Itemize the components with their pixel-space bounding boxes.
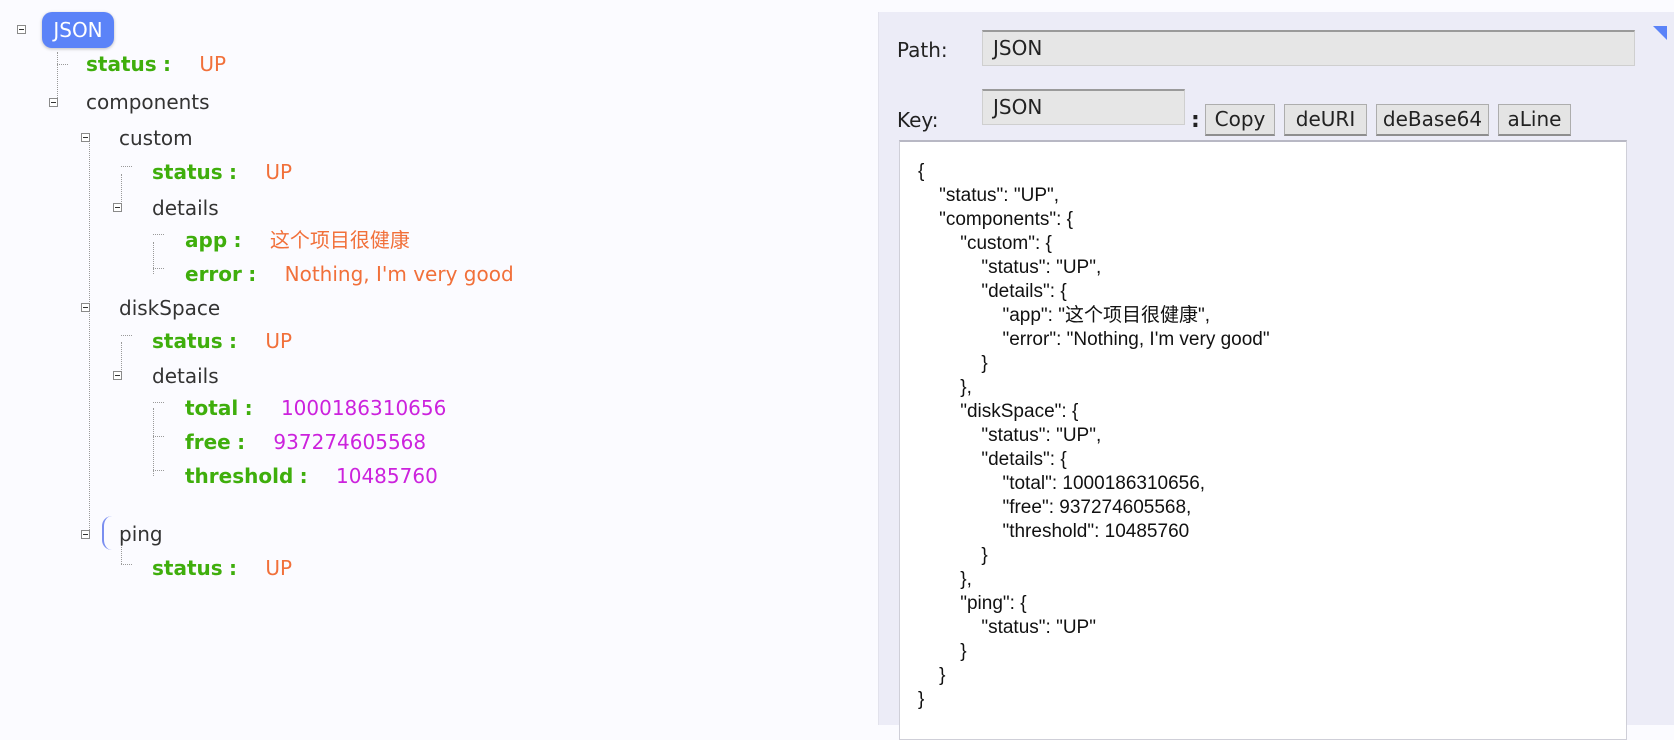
tree-separator: :	[244, 396, 253, 420]
collapse-root-toggle[interactable]	[17, 25, 26, 34]
tree-key: status	[152, 329, 223, 353]
tree-guide	[153, 436, 164, 437]
tree-separator: :	[299, 464, 308, 488]
tree-separator: :	[248, 262, 257, 286]
path-field[interactable]: JSON	[982, 30, 1635, 66]
tree-value: UP	[199, 52, 227, 76]
tree-guide	[121, 342, 122, 374]
debase64-button[interactable]: deBase64	[1376, 104, 1489, 136]
tree-value: UP	[265, 556, 293, 580]
tree-key: total	[185, 396, 239, 420]
json-tree: JSON status : UP components custom statu…	[0, 0, 870, 725]
tree-separator: :	[233, 228, 242, 252]
collapse-components-toggle[interactable]	[49, 98, 58, 107]
deuri-button[interactable]: deURI	[1284, 104, 1367, 136]
json-code-view[interactable]: { "status": "UP", "components": { "custo…	[899, 140, 1627, 740]
tree-separator: :	[229, 329, 238, 353]
copy-button[interactable]: Copy	[1205, 104, 1275, 136]
tree-node-diskspace-details[interactable]: details	[152, 364, 219, 388]
tree-guide	[153, 268, 164, 269]
tree-node-custom-status[interactable]: status : UP	[152, 160, 292, 184]
key-field[interactable]: JSON	[982, 89, 1185, 125]
tree-value: 10485760	[336, 464, 438, 488]
tree-guide	[121, 174, 122, 206]
collapse-diskspace-toggle[interactable]	[81, 303, 90, 312]
tree-node-diskspace[interactable]: diskSpace	[119, 296, 220, 320]
tree-guide	[57, 64, 68, 65]
collapse-ping-toggle[interactable]	[81, 530, 90, 539]
aline-button[interactable]: aLine	[1498, 104, 1571, 136]
tree-node-diskspace-status[interactable]: status : UP	[152, 329, 292, 353]
tree-value: 这个项目很健康	[269, 228, 410, 252]
tree-node-total[interactable]: total : 1000186310656	[185, 396, 446, 420]
tree-node-ping-status[interactable]: status : UP	[152, 556, 292, 580]
key-label: Key:	[897, 108, 939, 132]
tree-value: Nothing, I'm very good	[284, 262, 514, 286]
tree-node-ping[interactable]: ping	[119, 522, 163, 546]
tree-guide	[121, 166, 132, 167]
collapse-diskspace-details-toggle[interactable]	[113, 371, 122, 380]
tree-separator: :	[229, 160, 238, 184]
selection-bracket	[102, 516, 114, 550]
tree-node-free[interactable]: free : 937274605568	[185, 430, 426, 454]
tree-guide	[153, 242, 154, 274]
tree-node-components[interactable]: components	[86, 90, 210, 114]
tree-guide	[153, 408, 154, 476]
tree-guide	[121, 544, 122, 564]
tree-value: UP	[265, 160, 293, 184]
tree-value: 937274605568	[273, 430, 427, 454]
tree-guide	[121, 564, 132, 565]
tree-key: free	[185, 430, 231, 454]
tree-guide	[57, 52, 58, 100]
tree-separator: :	[237, 430, 246, 454]
tree-node-error[interactable]: error : Nothing, I'm very good	[185, 262, 514, 286]
tree-guide	[153, 234, 164, 235]
tree-separator: :	[163, 52, 172, 76]
tree-key: status	[86, 52, 157, 76]
path-label: Path:	[897, 38, 948, 62]
tree-node-custom-details[interactable]: details	[152, 196, 219, 220]
tree-key: status	[152, 556, 223, 580]
tree-guide	[121, 335, 132, 336]
tree-node-status[interactable]: status : UP	[86, 52, 226, 76]
tree-guide	[153, 402, 164, 403]
collapse-custom-details-toggle[interactable]	[113, 203, 122, 212]
panel-corner-toggle-icon[interactable]	[1653, 26, 1667, 40]
tree-key: error	[185, 262, 242, 286]
tree-guide	[153, 470, 164, 471]
detail-panel: Path: JSON Key: JSON : Copy deURI deBase…	[878, 12, 1674, 740]
tree-key: status	[152, 160, 223, 184]
tree-root-json[interactable]: JSON	[42, 12, 114, 48]
tree-value: 1000186310656	[280, 396, 447, 420]
collapse-custom-toggle[interactable]	[81, 133, 90, 142]
tree-guide	[89, 140, 90, 532]
tree-node-app[interactable]: app : 这个项目很健康	[185, 228, 410, 252]
tree-separator: :	[229, 556, 238, 580]
key-colon: :	[1191, 108, 1200, 133]
json-code-text: { "status": "UP", "components": { "custo…	[918, 161, 1270, 710]
tree-key: threshold	[185, 464, 294, 488]
tree-value: UP	[265, 329, 293, 353]
tree-node-threshold[interactable]: threshold : 10485760	[185, 464, 438, 488]
tree-key: app	[185, 228, 228, 252]
tree-node-custom[interactable]: custom	[119, 126, 193, 150]
